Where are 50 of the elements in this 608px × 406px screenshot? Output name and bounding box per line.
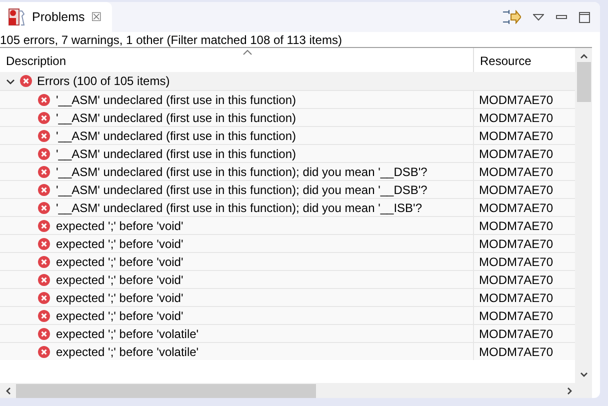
resource-cell: MODM7AE70	[479, 326, 554, 340]
table-row[interactable]: expected ';' before 'void' MODM7AE70	[0, 216, 575, 234]
column-header[interactable]: Description	[0, 48, 473, 72]
error-description: expected ';' before 'void'	[56, 236, 184, 250]
resource-cell: MODM7AE70	[479, 236, 554, 250]
resource-cell: MODM7AE70	[479, 182, 554, 196]
table-row[interactable]: expected ';' before 'void' MODM7AE70	[0, 234, 575, 252]
table-row[interactable]: '__ASM' undeclared (first use in this function) MODM7AE70	[0, 126, 575, 144]
error-description: expected ';' before 'void'	[56, 254, 184, 268]
resource-cell: MODM7AE70	[479, 344, 554, 358]
close-icon[interactable]: ☒	[90, 10, 102, 24]
resource-cell: MODM7AE70	[479, 128, 554, 142]
table-row[interactable]: '__ASM' undeclared (first use in this function); did you mean '__DSB'? MODM7AE70	[0, 162, 575, 180]
group-label: Errors (100 of 105 items)	[37, 74, 170, 88]
tab-title: Problems	[32, 10, 85, 24]
table-row[interactable]: '__ASM' undeclared (first use in this function); did you mean '__DSB'? MODM7AE70	[0, 180, 575, 198]
error-description: expected ';' before 'void'	[56, 290, 184, 304]
table-row[interactable]: expected ';' before 'void' MODM7AE70	[0, 306, 575, 324]
error-description: '__ASM' undeclared (first use in this function); did you mean '__DSB'?	[56, 182, 428, 196]
error-description: '__ASM' undeclared (first use in this function)	[56, 146, 296, 160]
table-row[interactable]: '__ASM' undeclared (first use in this function); did you mean '__ISB'? MODM7AE70	[0, 198, 575, 216]
error-description: expected ';' before 'void'	[56, 308, 184, 322]
error-description: expected ';' before 'void'	[56, 272, 184, 286]
resource-cell: MODM7AE70	[479, 218, 554, 232]
resource-cell: MODM7AE70	[479, 254, 554, 268]
resource-cell: MODM7AE70	[479, 92, 554, 106]
error-description: expected ';' before 'volatile'	[56, 326, 199, 340]
problems-tab[interactable]: Problems ☒	[0, 2, 112, 32]
error-description: '__ASM' undeclared (first use in this function)	[56, 110, 296, 124]
resource-cell: MODM7AE70	[479, 200, 554, 214]
table-row[interactable]: expected ';' before 'void' MODM7AE70	[0, 288, 575, 306]
resource-cell: MODM7AE70	[479, 290, 554, 304]
resource-cell: MODM7AE70	[479, 308, 554, 322]
resource-cell: MODM7AE70	[479, 272, 554, 286]
error-description: '__ASM' undeclared (first use in this function)	[56, 128, 296, 142]
table-row[interactable]: '__ASM' undeclared (first use in this function) MODM7AE70	[0, 108, 575, 126]
table-row[interactable]: expected ';' before 'volatile' MODM7AE70	[0, 342, 575, 360]
table-row[interactable]: '__ASM' undeclared (first use in this function) MODM7AE70	[0, 90, 575, 108]
resource-cell: MODM7AE70	[479, 110, 554, 124]
table-row[interactable]: expected ';' before 'volatile' MODM7AE70	[0, 324, 575, 342]
table-row[interactable]: expected ';' before 'void' MODM7AE70	[0, 252, 575, 270]
resource-cell: MODM7AE70	[479, 146, 554, 160]
error-description: '__ASM' undeclared (first use in this function)	[56, 92, 296, 106]
error-description: '__ASM' undeclared (first use in this function); did you mean '__ISB'?	[56, 200, 422, 214]
error-description: expected ';' before 'volatile'	[56, 344, 199, 358]
table-row[interactable]: '__ASM' undeclared (first use in this function) MODM7AE70	[0, 144, 575, 162]
error-description: expected ';' before 'void'	[56, 218, 184, 232]
table-row[interactable]: expected ';' before 'void' MODM7AE70	[0, 270, 575, 288]
resource-cell: MODM7AE70	[479, 164, 554, 178]
error-description: '__ASM' undeclared (first use in this function); did you mean '__DSB'?	[56, 164, 428, 178]
